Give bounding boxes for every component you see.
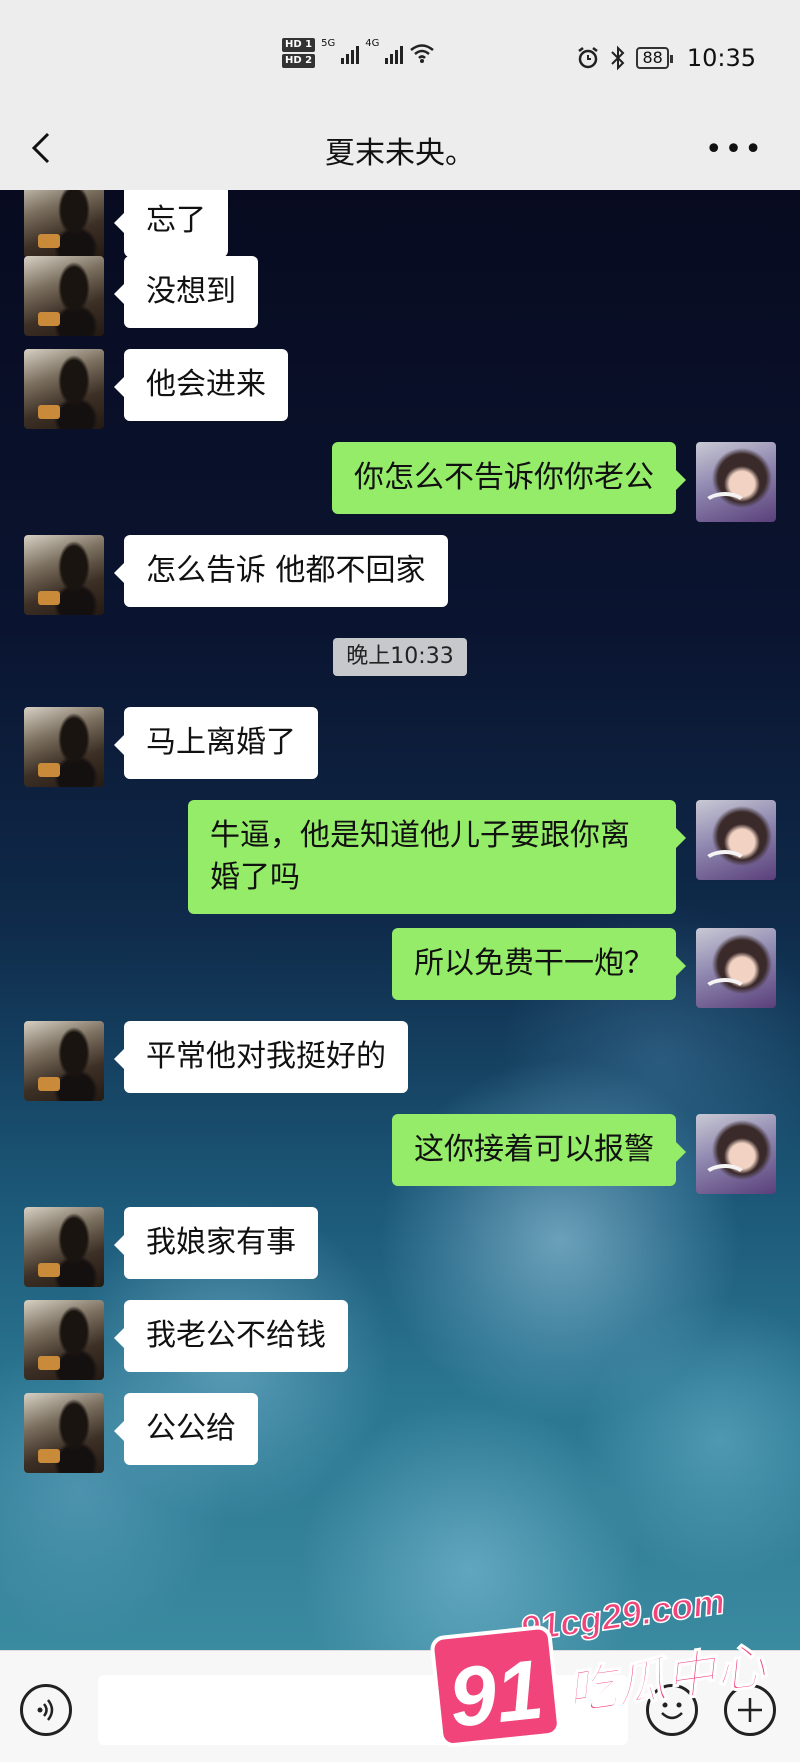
back-icon[interactable] bbox=[24, 128, 64, 168]
message-bubble[interactable]: 我老公不给钱 bbox=[114, 1300, 348, 1372]
message-bubble[interactable]: 我娘家有事 bbox=[114, 1207, 318, 1279]
clock: 10:35 bbox=[686, 44, 756, 72]
input-bar bbox=[0, 1650, 800, 1762]
message-row: 你怎么不告诉你你老公 bbox=[332, 442, 776, 522]
message-row: 公公给 bbox=[24, 1393, 258, 1473]
my-avatar[interactable] bbox=[696, 1114, 776, 1194]
message-row: 怎么告诉 他都不回家 bbox=[24, 535, 448, 615]
message-bubble[interactable]: 这你接着可以报警 bbox=[392, 1114, 686, 1186]
signal-icon bbox=[341, 42, 360, 64]
bluetooth-icon bbox=[611, 45, 625, 71]
contact-avatar[interactable] bbox=[24, 349, 104, 429]
hd1-badge: HD 1 bbox=[282, 38, 316, 52]
net2-label: 4G bbox=[365, 38, 380, 49]
my-avatar[interactable] bbox=[696, 800, 776, 880]
plus-icon[interactable] bbox=[724, 1684, 776, 1736]
message-row: 这你接着可以报警 bbox=[392, 1114, 776, 1194]
my-avatar[interactable] bbox=[696, 928, 776, 1008]
system-indicators: 88 10:35 bbox=[576, 44, 756, 72]
voice-icon[interactable] bbox=[20, 1684, 72, 1736]
wifi-icon bbox=[410, 44, 435, 63]
contact-avatar[interactable] bbox=[24, 1393, 104, 1473]
message-bubble[interactable]: 平常他对我挺好的 bbox=[114, 1021, 408, 1093]
message-row: 我娘家有事 bbox=[24, 1207, 318, 1287]
message-bubble[interactable]: 他会进来 bbox=[114, 349, 288, 421]
message-row: 忘了 bbox=[24, 190, 228, 258]
message-row: 他会进来 bbox=[24, 349, 288, 429]
chat-area[interactable]: 忘了 没想到 他会进来 你怎么不告诉你你老公 怎么告诉 他都不回家 马上离婚了 … bbox=[0, 190, 800, 1650]
contact-avatar[interactable] bbox=[24, 1207, 104, 1287]
contact-avatar[interactable] bbox=[24, 1021, 104, 1101]
net1-label: 5G bbox=[321, 38, 336, 49]
more-icon[interactable]: ••• bbox=[705, 135, 764, 165]
message-row: 我老公不给钱 bbox=[24, 1300, 348, 1380]
contact-avatar[interactable] bbox=[24, 1300, 104, 1380]
message-bubble[interactable]: 你怎么不告诉你你老公 bbox=[332, 442, 686, 514]
signal-icon bbox=[385, 42, 404, 64]
message-bubble[interactable]: 怎么告诉 他都不回家 bbox=[114, 535, 448, 607]
alarm-icon bbox=[578, 47, 599, 69]
message-row: 马上离婚了 bbox=[24, 707, 318, 787]
my-avatar[interactable] bbox=[696, 442, 776, 522]
status-bar: HD 1 HD 2 5G 4G 88 10:35 bbox=[0, 0, 800, 110]
message-input[interactable] bbox=[98, 1675, 628, 1745]
network-indicators: HD 1 HD 2 5G 4G bbox=[282, 38, 435, 68]
message-bubble[interactable]: 忘了 bbox=[114, 190, 228, 257]
contact-avatar[interactable] bbox=[24, 190, 104, 258]
message-bubble[interactable]: 公公给 bbox=[114, 1393, 258, 1465]
contact-avatar[interactable] bbox=[24, 535, 104, 615]
chat-header: 夏末未央。 ••• bbox=[0, 110, 800, 190]
message-bubble[interactable]: 牛逼，他是知道他儿子要跟你离婚了吗 bbox=[188, 800, 686, 914]
timestamp: 晚上10:33 bbox=[333, 638, 467, 676]
contact-avatar[interactable] bbox=[24, 256, 104, 336]
message-bubble[interactable]: 没想到 bbox=[114, 256, 258, 328]
message-row: 所以免费干一炮？ bbox=[392, 928, 776, 1008]
battery-indicator: 88 bbox=[636, 47, 674, 69]
emoji-icon[interactable] bbox=[646, 1684, 698, 1736]
hd2-badge: HD 2 bbox=[282, 54, 316, 68]
message-row: 没想到 bbox=[24, 256, 258, 336]
message-row: 牛逼，他是知道他儿子要跟你离婚了吗 bbox=[188, 800, 776, 914]
chat-title: 夏末未央。 bbox=[325, 136, 475, 171]
contact-avatar[interactable] bbox=[24, 707, 104, 787]
message-bubble[interactable]: 所以免费干一炮？ bbox=[392, 928, 686, 1000]
message-row: 平常他对我挺好的 bbox=[24, 1021, 408, 1101]
message-bubble[interactable]: 马上离婚了 bbox=[114, 707, 318, 779]
